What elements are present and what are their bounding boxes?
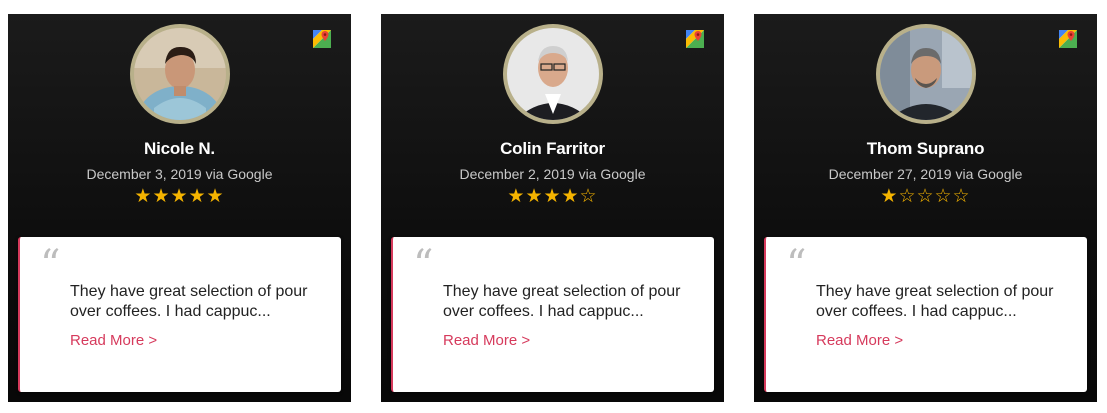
- star-rating: ★★★★★: [134, 186, 225, 207]
- review-excerpt-box: “ They have great selection of pour over…: [18, 237, 341, 392]
- review-excerpt-box: “ They have great selection of pour over…: [391, 237, 714, 392]
- review-meta: December 2, 2019 via Google: [381, 166, 724, 182]
- quote-icon: “: [786, 242, 809, 288]
- avatar-photo: [506, 28, 599, 120]
- review-card: Nicole N. December 3, 2019 via Google ★★…: [8, 14, 351, 402]
- review-text: They have great selection of pour over c…: [816, 283, 1054, 320]
- review-source: via Google: [578, 166, 646, 182]
- review-card: Colin Farritor December 2, 2019 via Goog…: [381, 14, 724, 402]
- review-text: They have great selection of pour over c…: [443, 283, 681, 320]
- avatar: [502, 24, 603, 124]
- read-more-link[interactable]: Read More >: [443, 332, 530, 349]
- avatar: [129, 24, 230, 124]
- star-rating: ★☆☆☆☆: [880, 186, 971, 207]
- avatar-photo: [879, 28, 972, 120]
- reviewer-name: Colin Farritor: [500, 139, 605, 158]
- avatar: [875, 24, 976, 124]
- reviewer-name: Thom Suprano: [866, 139, 985, 158]
- review-date: December 2, 2019: [459, 166, 575, 182]
- quote-icon: “: [40, 242, 63, 288]
- google-maps-icon[interactable]: [1059, 30, 1077, 48]
- review-text: They have great selection of pour over c…: [70, 283, 308, 320]
- review-date: December 3, 2019: [86, 166, 202, 182]
- review-card: Thom Suprano December 27, 2019 via Googl…: [754, 14, 1097, 402]
- review-meta: December 3, 2019 via Google: [8, 166, 351, 182]
- quote-icon: “: [413, 242, 436, 288]
- review-date: December 27, 2019: [828, 166, 952, 182]
- reviewer-name: Nicole N.: [144, 139, 215, 158]
- review-source: via Google: [205, 166, 273, 182]
- google-maps-icon[interactable]: [686, 30, 704, 48]
- read-more-link[interactable]: Read More >: [816, 332, 903, 349]
- review-meta: December 27, 2019 via Google: [754, 166, 1097, 182]
- read-more-link[interactable]: Read More >: [70, 332, 157, 349]
- avatar-photo: [133, 28, 226, 120]
- google-maps-icon[interactable]: [313, 30, 331, 48]
- review-source: via Google: [955, 166, 1023, 182]
- star-rating: ★★★★☆: [507, 186, 598, 207]
- review-excerpt-box: “ They have great selection of pour over…: [764, 237, 1087, 392]
